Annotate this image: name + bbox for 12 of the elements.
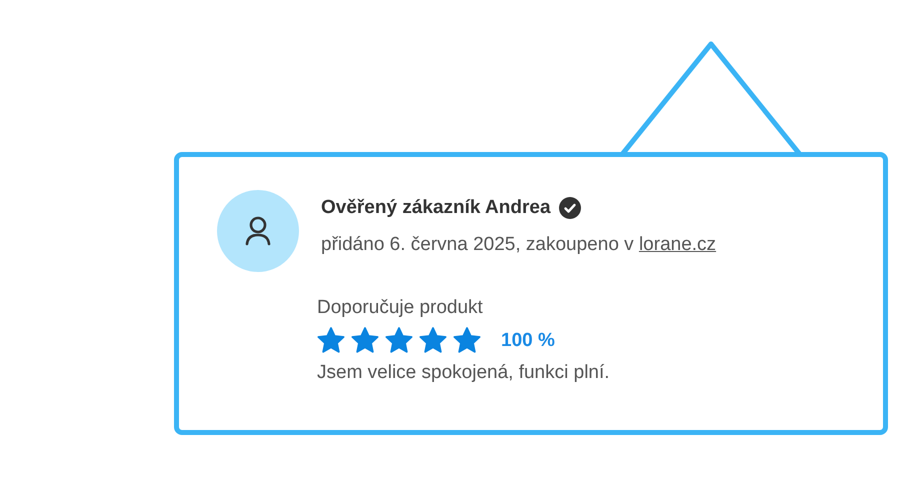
star-icon bbox=[419, 327, 447, 354]
star-icon bbox=[453, 327, 481, 354]
recommendation-label: Doporučuje produkt bbox=[317, 296, 484, 320]
user-icon bbox=[245, 216, 271, 246]
recommendation-percent: 100 % bbox=[501, 328, 555, 352]
star-icon bbox=[351, 327, 379, 354]
star-icon bbox=[385, 327, 413, 354]
review-meta: přidáno 6. června 2025, zakoupeno v lorane.cz bbox=[321, 232, 716, 256]
shop-link[interactable]: lorane.cz bbox=[638, 234, 716, 254]
review-text: Jsem velice spokojená, funkci plní. bbox=[317, 361, 611, 385]
reviewer-name: Ověřený zákazník Andrea bbox=[321, 196, 551, 220]
star-icon bbox=[317, 327, 345, 354]
